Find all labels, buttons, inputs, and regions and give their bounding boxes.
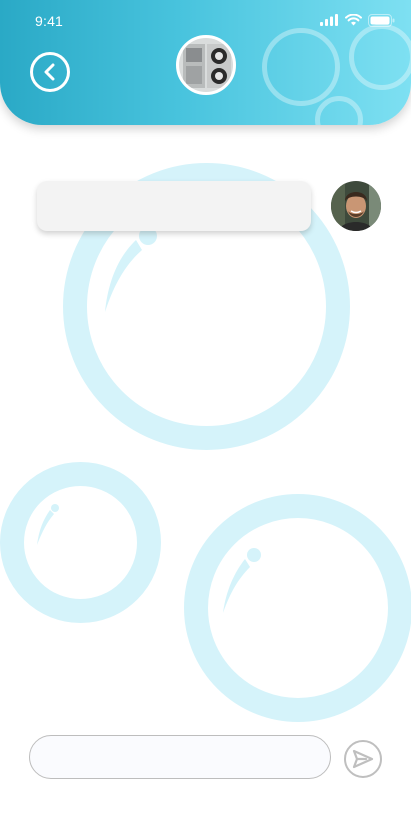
machine-avatar <box>179 38 233 92</box>
message-bubble <box>37 181 311 231</box>
bubble-highlight <box>223 548 261 613</box>
header-decor-bubble <box>262 28 340 106</box>
send-button[interactable] <box>344 740 382 778</box>
chevron-left-icon <box>44 63 55 81</box>
header-decor-bubble <box>349 24 411 90</box>
send-icon <box>352 749 374 769</box>
header-decor-bubble <box>315 96 363 125</box>
status-time: 9:41 <box>35 13 64 29</box>
user-avatar[interactable] <box>331 181 381 231</box>
user-photo <box>331 181 381 231</box>
contact-avatar[interactable] <box>176 35 236 95</box>
wifi-icon <box>345 14 362 26</box>
message-input[interactable] <box>29 735 331 779</box>
back-button[interactable] <box>30 52 70 92</box>
bubble-highlight <box>37 504 59 545</box>
bubble-highlight <box>105 227 157 312</box>
chat-header: 9:41 <box>0 0 411 125</box>
status-icons <box>320 13 395 27</box>
background-bubble-left <box>0 462 161 623</box>
signal-icon <box>320 14 338 26</box>
battery-icon <box>368 13 395 27</box>
